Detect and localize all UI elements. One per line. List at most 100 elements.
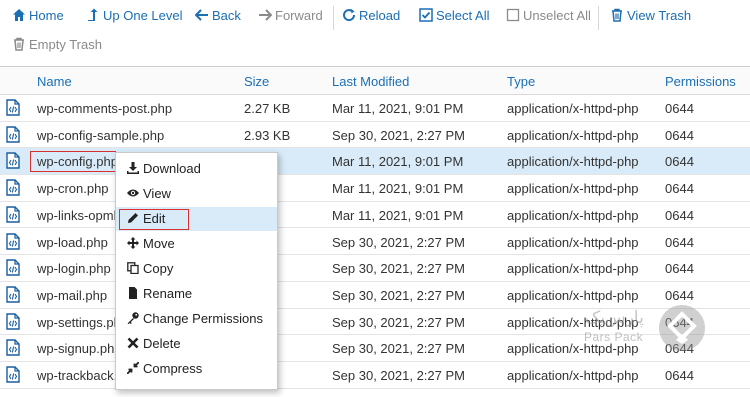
cell-name[interactable]: wp-signup.php: [37, 341, 122, 356]
view-trash-button[interactable]: View Trash: [610, 6, 691, 26]
forward-button[interactable]: Forward: [258, 6, 323, 26]
toolbar-divider: [333, 6, 334, 30]
cell-permissions: 0644: [665, 234, 694, 250]
menu-item-compress[interactable]: Compress: [116, 357, 277, 381]
table-row[interactable]: wp-links-opml. Mar 11, 2021, 9:01 PM appli…: [0, 202, 750, 229]
table-row[interactable]: wp-cron.php Mar 11, 2021, 9:01 PM applicat…: [0, 175, 750, 202]
unselect-all-label: Unselect All: [523, 8, 591, 23]
php-file-icon: [6, 99, 20, 116]
toolbar-divider: [598, 6, 599, 30]
menu-item-rename[interactable]: Rename: [116, 282, 277, 306]
empty-box-icon: [506, 8, 520, 22]
filename-highlight-box: [30, 151, 116, 173]
unselect-all-button[interactable]: Unselect All: [506, 6, 591, 26]
cell-last-modified: Sep 30, 2021, 2:27 PM: [332, 127, 465, 143]
eye-icon: [127, 189, 139, 197]
cell-permissions: 0644: [665, 368, 694, 383]
menu-item-move[interactable]: Move: [116, 232, 277, 256]
php-file-icon: [6, 259, 20, 276]
cell-name[interactable]: wp-settings.ph: [37, 315, 121, 330]
cell-permissions: 0644: [665, 287, 694, 303]
menu-item-label: View: [143, 186, 171, 201]
arrow-right-icon: [259, 9, 272, 21]
table-row[interactable]: wp-config.php Mar 11, 2021, 9:01 PM applic…: [0, 148, 750, 176]
table-row[interactable]: wp-config-sample.php 2.93 KB Sep 30, 2021,…: [0, 122, 750, 149]
home-button[interactable]: Home: [12, 6, 64, 26]
cell-permissions: 0644: [665, 181, 694, 197]
cell-size: 2.27 KB: [244, 101, 291, 116]
cell-name[interactable]: wp-trackback.: [37, 368, 117, 383]
cell-name[interactable]: wp-comments-post.php: [37, 101, 172, 116]
php-file-icon: [6, 339, 20, 356]
cell-type: application/x-httpd-php: [507, 287, 639, 303]
php-file-icon: [6, 206, 20, 223]
cell-last-modified: Mar 11, 2021, 9:01 PM: [332, 207, 464, 223]
cell-permissions: 0644: [665, 127, 694, 143]
checked-box-icon: [419, 8, 433, 22]
php-file-icon: [6, 232, 20, 250]
cell-name[interactable]: wp-config-sample.php: [37, 128, 164, 143]
parspack-logo-icon: [659, 305, 705, 351]
cell-last-modified: Sep 30, 2021, 2:27 PM: [332, 234, 465, 250]
table-row[interactable]: wp-load.php Sep 30, 2021, 2:27 PM applicat…: [0, 229, 750, 256]
menu-item-label: Rename: [143, 286, 193, 301]
cell-type: application/x-httpd-php: [507, 368, 639, 383]
cell-type: application/x-httpd-php: [507, 207, 639, 223]
watermark-latin-text: Pars Pack: [584, 330, 644, 344]
cell-type: application/x-httpd-php: [507, 127, 639, 143]
column-header-last-modified[interactable]: Last Modified: [332, 74, 409, 89]
cell-name[interactable]: wp-login.php: [37, 261, 111, 276]
table-row[interactable]: wp-comments-post.php 2.27 KB Mar 11, 2021,…: [0, 95, 750, 122]
menu-item-label: Move: [143, 236, 175, 251]
column-header-type[interactable]: Type: [507, 74, 535, 89]
edit-highlight-box: [119, 209, 189, 230]
table-row[interactable]: wp-mail.php Sep 30, 2021, 2:27 PM applicat…: [0, 282, 750, 309]
menu-item-view[interactable]: View: [116, 182, 277, 206]
cell-type: application/x-httpd-php: [507, 261, 639, 277]
cell-last-modified: Sep 30, 2021, 2:27 PM: [332, 314, 465, 330]
cell-name[interactable]: wp-links-opml.: [37, 208, 120, 223]
up-one-level-button[interactable]: Up One Level: [86, 6, 183, 26]
cell-name[interactable]: wp-load.php: [37, 235, 108, 250]
empty-trash-label: Empty Trash: [29, 37, 102, 52]
table-header: Name Size Last Modified Type Permissions: [0, 67, 750, 95]
table-row[interactable]: wp-trackback.KBSep 30, 2021, 2:27 PMappl…: [0, 362, 750, 389]
empty-trash-button[interactable]: Empty Trash: [12, 35, 102, 55]
column-header-size[interactable]: Size: [244, 74, 269, 89]
back-button[interactable]: Back: [195, 6, 241, 26]
php-file-icon: [6, 152, 20, 170]
menu-item-change-permissions[interactable]: Change Permissions: [116, 307, 277, 331]
menu-item-copy[interactable]: Copy: [116, 257, 277, 281]
cell-last-modified: Sep 30, 2021, 2:27 PM: [332, 261, 465, 277]
cell-permissions: 0644: [665, 154, 694, 170]
column-header-name[interactable]: Name: [37, 74, 72, 89]
cell-name[interactable]: wp-mail.php: [37, 288, 107, 303]
compress-icon: [127, 362, 139, 374]
forward-label: Forward: [275, 8, 323, 23]
download-icon: [127, 162, 139, 174]
file-icon: [129, 287, 137, 299]
cell-size: 2.93 KB: [244, 127, 291, 143]
cell-permissions: 0644: [665, 261, 694, 277]
cell-name[interactable]: wp-cron.php: [37, 181, 109, 196]
cell-permissions: 0644: [665, 207, 694, 223]
menu-item-download[interactable]: Download: [116, 157, 277, 181]
reload-label: Reload: [359, 8, 401, 23]
cell-last-modified: Sep 30, 2021, 2:27 PM: [332, 287, 465, 303]
menu-item-label: Change Permissions: [143, 311, 263, 326]
reload-button[interactable]: Reload: [342, 6, 400, 26]
trash-icon: [612, 8, 622, 22]
column-header-permissions[interactable]: Permissions: [665, 74, 736, 89]
menu-item-edit[interactable]: Edit: [116, 207, 277, 231]
php-file-icon: [6, 366, 20, 383]
file-table: Name Size Last Modified Type Permissions…: [0, 66, 750, 397]
cell-last-modified: Sep 30, 2021, 2:27 PM: [332, 368, 465, 383]
select-all-button[interactable]: Select All: [419, 6, 489, 26]
level-up-icon: [88, 8, 98, 21]
table-row[interactable]: wp-login.php Sep 30, 2021, 2:27 PM applica…: [0, 255, 750, 282]
menu-item-delete[interactable]: Delete: [116, 332, 277, 356]
toolbar: Home Up One Level Back Forward Reload Se…: [0, 0, 750, 64]
watermark-persian-text: پارس‌پک: [585, 308, 644, 328]
close-icon: [127, 337, 139, 349]
php-file-icon: [6, 179, 20, 196]
